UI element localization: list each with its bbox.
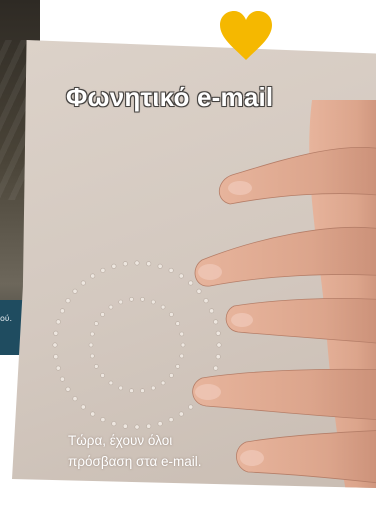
braille-dot <box>100 312 105 317</box>
braille-dot <box>53 330 59 336</box>
braille-dot <box>111 421 117 427</box>
braille-dot <box>122 423 128 429</box>
braille-dot <box>80 280 86 286</box>
braille-dot <box>108 380 114 386</box>
braille-dot <box>72 396 78 402</box>
braille-dot <box>134 424 140 430</box>
braille-dot <box>52 342 58 348</box>
braille-dot <box>118 299 123 305</box>
braille-dot <box>89 331 95 337</box>
braille-dot <box>55 319 61 325</box>
braille-dot <box>146 423 152 429</box>
braille-dot <box>89 353 95 359</box>
braille-dot <box>90 411 96 417</box>
braille-dot <box>151 299 156 305</box>
braille-dot <box>122 261 128 267</box>
braille-dot <box>53 354 59 360</box>
braille-dot <box>118 385 123 391</box>
braille-dot <box>65 386 71 392</box>
braille-leaflet: Φωνητικό e-mail Τώρα, έχουν όλοι πρόσβασ… <box>12 40 376 488</box>
braille-dot <box>65 298 71 304</box>
braille-dot <box>111 263 117 269</box>
braille-dot <box>72 288 78 294</box>
heart-icon <box>220 11 272 60</box>
braille-dot <box>140 388 145 393</box>
braille-dot <box>140 296 145 302</box>
braille-dot <box>93 364 99 369</box>
caption-snippet: ού. <box>0 314 13 323</box>
braille-dot <box>134 260 140 266</box>
braille-dot <box>88 342 94 348</box>
braille-dot <box>100 373 105 378</box>
braille-dot <box>59 308 65 314</box>
braille-dot <box>90 273 96 279</box>
leaflet-title: Φωνητικό e-mail <box>66 82 274 112</box>
braille-dot <box>129 296 134 302</box>
leaflet-tagline: Τώρα, έχουν όλοι πρόσβαση στα e-mail. <box>68 430 202 472</box>
tagline-line-2: πρόσβαση στα e-mail. <box>68 454 202 469</box>
braille-dot <box>151 385 156 391</box>
braille-dot <box>93 321 99 326</box>
braille-dot <box>100 417 106 423</box>
braille-dot <box>59 376 65 382</box>
braille-dot <box>108 304 114 310</box>
braille-dot <box>55 365 61 371</box>
braille-dot <box>80 404 86 410</box>
braille-dot <box>129 388 134 393</box>
braille-dot <box>146 261 152 267</box>
braille-dot <box>100 267 106 273</box>
tagline-line-1: Τώρα, έχουν όλοι <box>68 433 173 448</box>
